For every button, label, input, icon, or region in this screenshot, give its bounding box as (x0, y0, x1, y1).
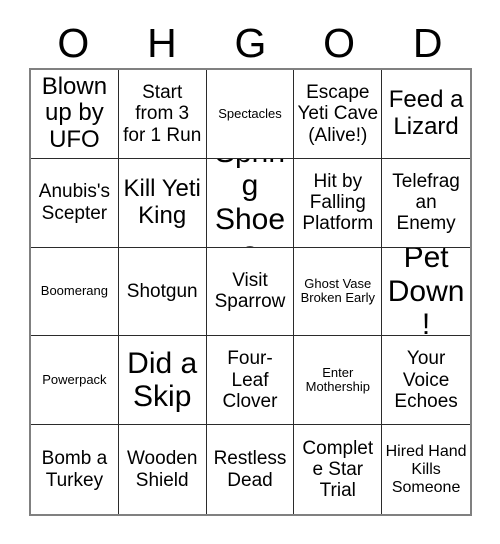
bingo-cell-label: Hired Hand Kills Someone (385, 442, 467, 496)
bingo-cell[interactable]: Did a Skip (118, 336, 207, 426)
header-letter-1: O (57, 19, 90, 66)
bingo-cell-label: Start from 3 for 1 Run (123, 82, 202, 146)
bingo-cell[interactable]: Pet Down! (382, 247, 470, 337)
bingo-cell-label: Wooden Shield (126, 448, 198, 491)
bingo-cell[interactable]: Spring Shoes (206, 158, 295, 248)
bingo-cell-label: Complete Star Trial (302, 437, 374, 502)
bingo-cell[interactable]: Visit Sparrow (206, 247, 295, 337)
header-letter-4: O (323, 19, 356, 66)
bingo-cell-label: Anubis's Scepter (38, 181, 111, 224)
bingo-cell-label: Spring Shoes (214, 159, 286, 247)
bingo-cell-label: Spectacles (218, 105, 282, 121)
bingo-cell-label: Feed a Lizard (388, 86, 464, 140)
bingo-cell-label: Did a Skip (127, 346, 198, 414)
header-letter-3: G (234, 19, 267, 66)
bingo-cell[interactable]: Restless Dead (206, 425, 295, 514)
bingo-cell-label: Escape Yeti Cave (Alive!) (297, 82, 379, 146)
bingo-cell-label: Boomerang (40, 283, 108, 299)
bingo-cell[interactable]: Start from 3 for 1 Run (118, 70, 207, 159)
bingo-cell[interactable]: Kill Yeti King (118, 158, 207, 248)
bingo-cell[interactable]: Four-Leaf Clover (206, 336, 295, 426)
bingo-cell-label: Enter Mothership (305, 364, 370, 395)
bingo-cell-label: Powerpack (42, 372, 107, 388)
bingo-header-row: O H G O D (29, 18, 472, 68)
bingo-cell-label: Blown up by UFO (41, 72, 108, 154)
bingo-grid: Blown up by UFO Start from 3 for 1 Run S… (29, 68, 472, 516)
bingo-cell[interactable]: Spectacles (206, 70, 295, 159)
bingo-cell[interactable]: Anubis's Scepter (31, 158, 119, 248)
bingo-cell[interactable]: Enter Mothership (294, 336, 383, 426)
bingo-cell-label: Kill Yeti King (123, 174, 201, 229)
bingo-cell[interactable]: Your Voice Echoes (382, 336, 470, 426)
bingo-cell[interactable]: Feed a Lizard (382, 70, 470, 159)
bingo-cell[interactable]: Wooden Shield (118, 425, 207, 514)
bingo-cell-label: Visit Sparrow (214, 270, 286, 313)
bingo-cell-label: Bomb a Turkey (41, 448, 108, 491)
bingo-cell[interactable]: Powerpack (31, 336, 119, 426)
bingo-cell[interactable]: Ghost Vase Broken Early (294, 247, 383, 337)
bingo-cell[interactable]: Boomerang (31, 247, 119, 337)
header-letter-5: D (412, 19, 443, 66)
bingo-cell-label: Hit by Falling Platform (302, 170, 374, 235)
bingo-cell-label: Pet Down! (387, 247, 465, 337)
header-letter-2: H (147, 19, 177, 66)
bingo-cell[interactable]: Escape Yeti Cave (Alive!) (294, 70, 383, 159)
bingo-cell[interactable]: Complete Star Trial (294, 425, 383, 514)
bingo-card: O H G O D Blown up by UFO Start from 3 f… (0, 0, 500, 544)
bingo-cell-label: Ghost Vase Broken Early (300, 275, 375, 306)
bingo-cell[interactable]: Blown up by UFO (31, 70, 119, 159)
bingo-cell-label: Four-Leaf Clover (222, 348, 278, 412)
bingo-cell[interactable]: Hired Hand Kills Someone (382, 425, 470, 514)
bingo-cell[interactable]: Shotgun (118, 247, 207, 337)
bingo-cell-label: Telefrag an Enemy (392, 170, 460, 235)
bingo-cell[interactable]: Hit by Falling Platform (294, 158, 383, 248)
bingo-cell-label: Shotgun (126, 280, 198, 302)
bingo-cell[interactable]: Telefrag an Enemy (382, 158, 470, 248)
bingo-cell-label: Restless Dead (213, 448, 287, 491)
bingo-cell-label: Your Voice Echoes (394, 348, 458, 412)
bingo-cell[interactable]: Bomb a Turkey (31, 425, 119, 514)
